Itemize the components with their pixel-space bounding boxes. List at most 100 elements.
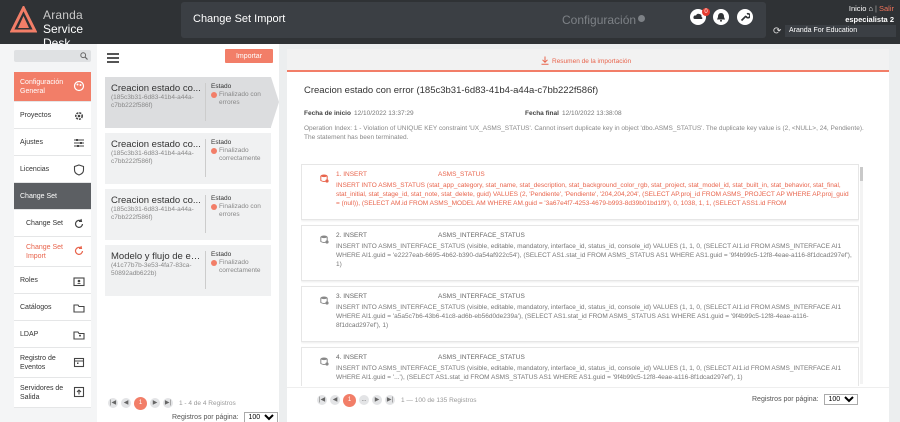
error-message: Operation Index: 1 - Violation of UNIQUE… xyxy=(304,125,864,141)
config-text: Configuración xyxy=(562,13,637,27)
statement-number: 3. INSERT xyxy=(336,293,367,300)
sidebar-item-label: Change Set xyxy=(26,219,63,227)
next-page-button[interactable]: ▶ xyxy=(372,395,382,405)
menu-toggle-icon[interactable] xyxy=(107,53,119,63)
status-dot-icon xyxy=(211,92,217,98)
refresh-icon xyxy=(74,218,84,228)
fecha-inicio-label: Fecha de inicio xyxy=(304,110,351,117)
folder-icon xyxy=(73,304,85,313)
sidebar-item-servidores-salida[interactable]: Servidores de Salida xyxy=(14,378,91,408)
card-divider xyxy=(205,83,206,121)
fecha-inicio-value: 12/10/2022 13:37:29 xyxy=(353,110,414,117)
import-card[interactable]: Creacion estado co... (185c3b31-6d83-41b… xyxy=(105,77,279,128)
statement-card: 4. INSERT ASMS_INTERFACE_STATUS INSERT IN… xyxy=(301,347,859,386)
bell-icon[interactable] xyxy=(713,9,729,25)
pagination-summary: 1 - 4 de 4 Registros xyxy=(179,399,236,407)
statement-sql: INSERT INTO ASMS_INTERFACE_STATUS (visib… xyxy=(336,304,842,329)
import-card[interactable]: Creacion estado co... (185c3b31-6d83-41b… xyxy=(105,133,271,184)
sidebar-item-proyectos[interactable]: Proyectos xyxy=(14,102,91,129)
sidebar-item-change-set-import[interactable]: Change Set Import xyxy=(14,237,91,267)
user-area: Inicio ⌂ | Salir especialista 2 xyxy=(845,4,894,24)
palette-icon xyxy=(73,80,85,92)
rows-per-page-select[interactable]: 100 xyxy=(243,412,278,422)
detail-dates: Fecha de inicio 12/10/2022 13:37:29 Fecha… xyxy=(304,110,622,117)
card-title: Creacion estado co... xyxy=(111,195,201,206)
first-page-button[interactable]: |◀ xyxy=(108,398,118,408)
download-arrow-icon xyxy=(541,56,549,65)
sidebar-item-roles[interactable]: Roles xyxy=(14,267,91,294)
title-bar: Change Set Import Configuración xyxy=(181,2,766,38)
next-page-button[interactable]: ▶ xyxy=(150,398,160,408)
sidebar-item-change-set[interactable]: Change Set xyxy=(14,210,91,237)
sidebar-menu: Configuración General Proyectos Ajustes … xyxy=(14,72,91,408)
app-header: Aranda Service Desk Change Set Import Co… xyxy=(0,0,900,50)
prev-page-button[interactable]: ◀ xyxy=(330,395,340,405)
card-divider xyxy=(205,195,206,233)
selection-arrow xyxy=(271,77,279,127)
card-status: Finalizado correctamente xyxy=(219,259,261,274)
import-card-list: Creacion estado co... (185c3b31-6d83-41b… xyxy=(105,77,279,301)
first-page-button[interactable]: |◀ xyxy=(317,395,327,405)
sidebar-group-change-set[interactable]: Change Set xyxy=(14,183,91,210)
id-card-icon xyxy=(73,277,85,287)
statement-card: 1. INSERT ASMS_STATUS INSERT INTO ASMS_ST… xyxy=(301,164,859,220)
notification-badge: 0 xyxy=(702,8,710,16)
import-card[interactable]: Modelo y flujo de es... (41c77b7b-3e53-4… xyxy=(105,245,271,296)
sidebar-item-catalogos[interactable]: Catálogos xyxy=(14,294,91,321)
pagination-ellipsis: ... xyxy=(359,395,369,405)
inicio-link[interactable]: Inicio xyxy=(849,4,867,13)
sidebar-item-ajustes[interactable]: Ajustes xyxy=(14,129,91,156)
rows-per-page-select[interactable]: 100 xyxy=(823,394,858,405)
statement-card: 3. INSERT ASMS_INTERFACE_STATUS INSERT IN… xyxy=(301,286,859,342)
sidebar-item-licencias[interactable]: Licencias xyxy=(14,156,91,183)
sidebar-item-label: Ajustes xyxy=(20,138,43,146)
card-divider xyxy=(205,139,206,177)
salir-link[interactable]: Salir xyxy=(879,4,894,13)
sidebar-item-configuracion-general[interactable]: Configuración General xyxy=(14,72,91,102)
separator: | xyxy=(875,4,877,13)
statement-number: 1. INSERT xyxy=(336,171,367,178)
detail-footer: |◀ ◀ 1 ... ▶ ▶| 1 — 100 de 135 Registros… xyxy=(287,387,889,409)
rows-per-page-label: Registros por página: xyxy=(172,414,239,421)
last-page-button[interactable]: ▶| xyxy=(163,398,173,408)
scrollbar-thumb[interactable] xyxy=(860,167,863,181)
statement-number: 4. INSERT xyxy=(336,354,367,361)
import-button[interactable]: Importar xyxy=(225,49,273,63)
sidebar-item-ldap[interactable]: LDAP xyxy=(14,321,91,348)
page-button-current[interactable]: 1 xyxy=(134,396,147,410)
brand-name: Aranda xyxy=(43,8,83,22)
database-add-icon xyxy=(320,235,329,244)
card-status: Finalizado correctamente xyxy=(219,147,261,162)
database-add-icon xyxy=(320,357,329,366)
statement-list: 1. INSERT ASMS_STATUS INSERT INTO ASMS_ST… xyxy=(301,164,859,386)
sidebar-item-registro-eventos[interactable]: Registro de Eventos xyxy=(14,348,91,378)
tenant-selector[interactable]: Aranda For Education xyxy=(785,25,896,37)
statement-table: ASMS_STATUS xyxy=(438,171,485,178)
summary-link[interactable]: Resumen de la importación xyxy=(541,56,631,65)
card-title: Creacion estado co... xyxy=(111,83,201,94)
sidebar-search[interactable] xyxy=(14,50,91,62)
rows-per-page: Registros por página: 100 xyxy=(752,394,858,405)
shield-icon xyxy=(73,164,85,176)
card-estado-label: Estado xyxy=(211,83,232,90)
prev-page-button[interactable]: ◀ xyxy=(121,398,131,408)
upload-box-icon xyxy=(73,386,85,398)
home-icon[interactable]: ⌂ xyxy=(869,4,874,13)
database-add-icon xyxy=(320,296,329,305)
page-button-current[interactable]: 1 xyxy=(343,393,356,407)
rows-per-page-label: Registros por página: xyxy=(752,396,819,403)
wrench-icon[interactable] xyxy=(737,9,753,25)
statement-scrollbar[interactable] xyxy=(860,167,863,384)
import-card[interactable]: Creacion estado co... (185c3b31-6d83-41b… xyxy=(105,189,271,240)
brand-logo[interactable]: Aranda Service Desk xyxy=(10,4,102,50)
sidebar-item-label: Catálogos xyxy=(20,303,52,311)
gear-icon xyxy=(74,111,84,121)
status-dot-icon xyxy=(211,148,217,154)
status-dot-icon xyxy=(211,260,217,266)
info-icon xyxy=(638,15,646,22)
refresh-icon[interactable]: ⟳ xyxy=(773,26,781,37)
card-status: Finalizado con errores xyxy=(219,91,261,106)
config-label[interactable]: Configuración xyxy=(562,13,646,27)
statement-sql: INSERT INTO ASMS_STATUS (stat_app_catego… xyxy=(336,182,849,207)
last-page-button[interactable]: ▶| xyxy=(385,395,395,405)
